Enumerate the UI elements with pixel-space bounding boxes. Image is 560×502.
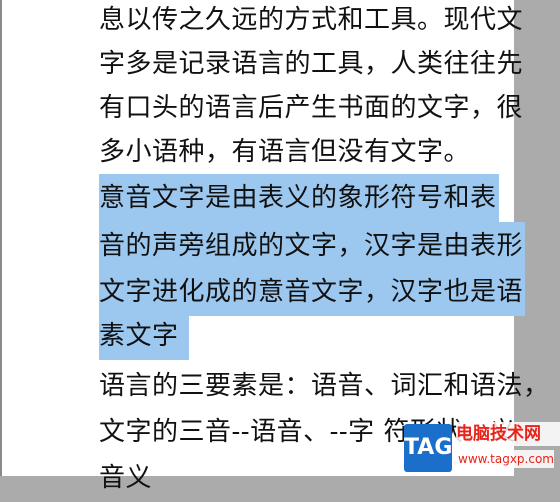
watermark-url: www.tagxp.com: [458, 450, 554, 468]
text-line-4[interactable]: 多小语种，有语言但没有文字。: [99, 128, 470, 176]
text-line-9[interactable]: 语言的三要素是：语音、词汇和语法，: [99, 362, 550, 410]
document-page[interactable]: 息以传之久远的方式和工具。现代文 字多是记录语言的工具，人类往往先 有口头的语言…: [2, 0, 549, 493]
text-line-3[interactable]: 有口头的语言后产生书面的文字，很: [99, 84, 523, 132]
selected-text-line-1[interactable]: 意音文字是由表义的象形符号和表: [99, 174, 499, 222]
selected-text-line-2[interactable]: 音的声旁组成的文字，汉字是由表形: [99, 222, 526, 270]
selected-text-line-3[interactable]: 文字进化成的意音文字，汉字也是语: [99, 268, 526, 316]
text-line-1[interactable]: 息以传之久远的方式和工具。现代文: [99, 0, 523, 44]
watermark-tag-logo: TAG: [404, 424, 452, 472]
watermark-title: 电脑技术网: [456, 422, 560, 446]
text-line-11[interactable]: 音义: [99, 454, 152, 502]
selected-text-line-4[interactable]: 素文字: [99, 312, 189, 360]
site-watermark: TAG 电脑技术网 www.tagxp.com: [400, 418, 560, 476]
text-line-2[interactable]: 字多是记录语言的工具，人类往往先: [99, 40, 523, 88]
